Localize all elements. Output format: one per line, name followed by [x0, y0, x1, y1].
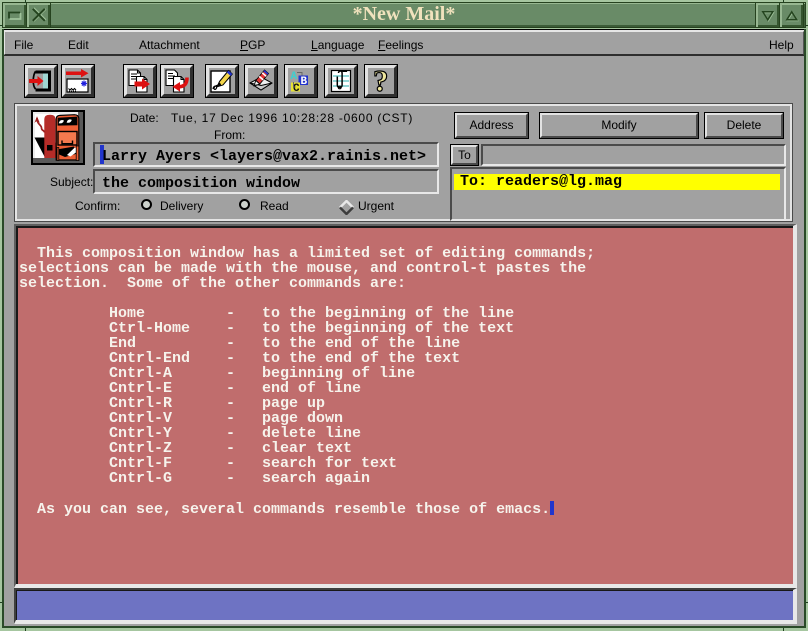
svg-text:C: C — [293, 83, 300, 94]
svg-text:A: A — [291, 71, 298, 83]
svg-text:B: B — [301, 76, 308, 88]
svg-text:?: ? — [373, 68, 389, 94]
